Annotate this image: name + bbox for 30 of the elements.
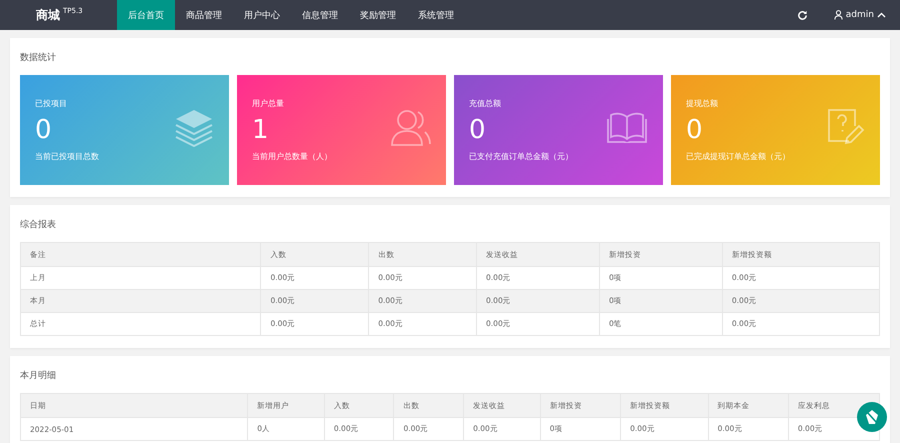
user-menu[interactable]: admin [824,0,900,30]
nav-tab[interactable]: 信息管理 [291,0,349,30]
caret-icon [877,12,886,18]
card-title: 用户总量 [252,98,285,109]
refresh-icon[interactable] [796,10,808,20]
card-value: 1 [252,114,270,147]
nav-tab[interactable]: 商品管理 [175,0,233,30]
card-caption: 已完成提现订单总金额（元） [686,151,790,162]
user-icon [834,10,843,20]
card-value: 0 [686,114,704,147]
card-title: 提现总额 [686,98,719,109]
panel-title: 本月明细 [20,370,57,383]
nav-tab[interactable]: 后台首页 [117,0,175,30]
nav-tab[interactable]: 用户中心 [233,0,291,30]
panel-title: 综合报表 [20,218,57,232]
nav-tab[interactable]: 系统管理 [407,0,465,30]
card-title: 充值总额 [469,98,502,109]
card-title: 已投项目 [35,98,68,109]
users-icon [391,108,431,146]
card-caption: 当前用户总数量（人） [252,151,332,162]
layers-icon [174,107,214,147]
card-value: 0 [35,114,53,147]
card-caption: 当前已投项目总数 [35,151,99,162]
card-caption: 已支付充值订单总金额（元） [469,151,573,162]
panel-title: 数据统计 [20,52,57,65]
nav-tab[interactable]: 奖励管理 [349,0,407,30]
note-icon [827,108,865,146]
card-value: 0 [469,114,487,147]
logo-text: 商城 [36,6,60,24]
book-icon [606,111,648,143]
